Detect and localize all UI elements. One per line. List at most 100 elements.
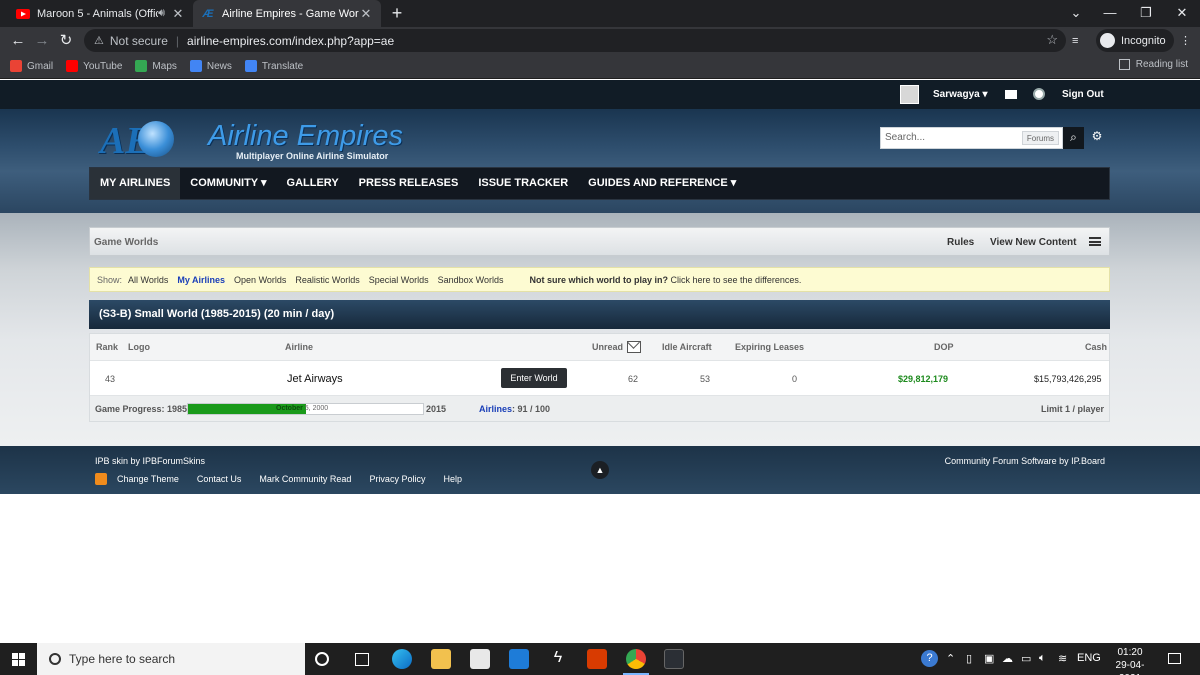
breadcrumb-title[interactable]: Game Worlds (94, 237, 158, 248)
show-hidden-icons-icon[interactable]: ⌃ (946, 652, 955, 665)
bookmark-maps[interactable]: Maps (135, 60, 177, 72)
app-tray-icon[interactable]: ▣ (984, 652, 994, 665)
nox-player-icon[interactable] (664, 649, 684, 669)
filter-my-airlines[interactable]: My Airlines (177, 275, 225, 285)
notifications-globe-icon[interactable] (1033, 88, 1045, 100)
url-text[interactable]: airline-empires.com/index.php?app=ae (187, 34, 394, 48)
filter-sandbox-worlds[interactable]: Sandbox Worlds (438, 275, 504, 285)
close-window-button[interactable]: ✕ (1164, 0, 1200, 27)
search-button[interactable]: ⌕ (1063, 127, 1084, 149)
unread-value: 62 (628, 374, 639, 384)
onedrive-icon[interactable]: ☁ (1002, 652, 1013, 665)
security-label: Not secure (109, 33, 168, 48)
help-tray-icon[interactable]: ? (921, 650, 938, 667)
youtube-icon (66, 60, 79, 72)
restore-button[interactable]: ❐ (1128, 0, 1164, 27)
enter-world-button[interactable]: Enter World (501, 368, 567, 388)
chrome-icon[interactable] (623, 649, 649, 675)
col-expiring-leases: Expiring Leases (735, 342, 805, 352)
gear-icon[interactable]: ⚙ (1090, 129, 1104, 145)
task-view-icon[interactable] (355, 653, 369, 666)
close-tab-icon[interactable]: ✕ (359, 6, 373, 22)
view-new-content-link[interactable]: View New Content (990, 237, 1077, 248)
action-center-icon[interactable] (1168, 653, 1181, 664)
filter-open-worlds[interactable]: Open Worlds (234, 275, 286, 285)
messages-icon[interactable] (1005, 90, 1017, 99)
nav-guides-and-reference[interactable]: GUIDES AND REFERENCE ▾ (578, 168, 746, 199)
cortana-icon[interactable] (315, 652, 329, 666)
software-credit[interactable]: Community Forum Software by IP.Board (945, 456, 1105, 466)
filter-realistic-worlds[interactable]: Realistic Worlds (295, 275, 359, 285)
rules-link[interactable]: Rules (947, 237, 974, 248)
airline-name[interactable]: Jet Airways (287, 373, 343, 385)
nav-gallery[interactable]: GALLERY (277, 168, 349, 199)
back-button[interactable]: ← (8, 31, 28, 51)
list-view-icon[interactable] (1089, 237, 1101, 246)
privacy-policy-link[interactable]: Privacy Policy (369, 474, 425, 484)
close-tab-icon[interactable]: ✕ (171, 6, 185, 22)
filter-all-worlds[interactable]: All Worlds (128, 275, 168, 285)
minimize-button[interactable]: — (1092, 0, 1128, 27)
rss-icon[interactable] (95, 473, 107, 485)
media-control-icon[interactable]: ≡ (1072, 29, 1078, 52)
menu-kebab-icon[interactable]: ⋮ (1180, 29, 1191, 52)
nav-press-releases[interactable]: PRESS RELEASES (349, 168, 469, 199)
store-icon[interactable] (470, 649, 490, 669)
browser-tab-strip: Maroon 5 - Animals (Official 🔊︎ ✕ Æ Airl… (0, 0, 1200, 27)
help-link[interactable]: Help (443, 474, 462, 484)
office-icon[interactable] (587, 649, 607, 669)
bookmarks-bar: Gmail YouTube Maps News Translate Readin… (0, 54, 1200, 79)
reload-button[interactable]: ↻ (56, 31, 76, 51)
browser-toolbar: ← → ↻ ⚠ Not secure | airline-empires.com… (0, 27, 1200, 54)
tab-search-icon[interactable]: ⌄ (1058, 0, 1094, 27)
reading-list-button[interactable]: Reading list (1118, 59, 1188, 70)
taskbar-search-input[interactable]: Type here to search (37, 643, 305, 675)
tab-airline-empires[interactable]: Æ Airline Empires - Game Worlds ✕ (193, 0, 381, 27)
filter-special-worlds[interactable]: Special Worlds (369, 275, 429, 285)
hint-question: Not sure which world to play in? (529, 274, 669, 285)
audio-playing-icon[interactable]: 🔊︎ (158, 7, 165, 20)
nav-issue-tracker[interactable]: ISSUE TRACKER (468, 168, 578, 199)
phone-tray-icon[interactable]: ▯ (966, 652, 972, 665)
mark-community-read-link[interactable]: Mark Community Read (259, 474, 351, 484)
new-tab-button[interactable]: + (387, 3, 407, 23)
language-indicator[interactable]: ENG (1077, 652, 1101, 664)
tab-title: Airline Empires - Game Worlds (222, 7, 359, 20)
windows-start-icon[interactable] (12, 653, 25, 666)
edge-icon[interactable] (392, 649, 412, 669)
bookmark-gmail[interactable]: Gmail (10, 60, 53, 72)
airlines-link[interactable]: Airlines (479, 404, 512, 414)
contact-us-link[interactable]: Contact Us (197, 474, 242, 484)
site-logo[interactable]: AE Airline Empires Multiplayer Online Ai… (100, 119, 420, 174)
incognito-badge[interactable]: Incognito (1096, 29, 1174, 52)
nav-community[interactable]: COMMUNITY ▾ (180, 168, 276, 199)
breadcrumb: Game Worlds Rules View New Content (89, 227, 1110, 256)
bolt-app-icon[interactable]: ϟ (548, 649, 568, 669)
search-input[interactable]: Search... Forums (880, 127, 1063, 149)
nav-my-airlines[interactable]: MY AIRLINES (90, 168, 181, 199)
bookmark-youtube[interactable]: YouTube (66, 60, 122, 72)
mail-app-icon[interactable] (509, 649, 529, 669)
file-explorer-icon[interactable] (431, 649, 451, 669)
user-menu[interactable]: Sarwagya ▾ (933, 89, 988, 100)
sign-out-link[interactable]: Sign Out (1062, 89, 1104, 100)
game-end-year: 2015 (426, 404, 447, 414)
back-to-top-button[interactable]: ▲ (591, 461, 609, 479)
tab-youtube[interactable]: Maroon 5 - Animals (Official 🔊︎ ✕ (8, 0, 193, 27)
forward-button[interactable]: → (32, 31, 52, 51)
volume-icon[interactable]: 🔈︎ (1039, 652, 1046, 665)
bookmark-star-icon[interactable]: ☆ (1046, 32, 1058, 48)
bookmark-news[interactable]: News (189, 60, 232, 72)
world-title: (S3-B) Small World (1985-2015) (20 min /… (89, 300, 1110, 329)
address-bar[interactable]: ⚠ Not secure | airline-empires.com/index… (84, 29, 1066, 52)
world-differences-link[interactable]: Not sure which world to play in? Click h… (530, 275, 802, 285)
battery-icon[interactable]: ▭ (1021, 652, 1031, 665)
warning-icon[interactable]: ⚠ (94, 34, 104, 47)
taskbar-clock[interactable]: 01:20 29-04-2021 (1107, 646, 1153, 675)
avatar[interactable] (900, 85, 919, 104)
search-scope-selector[interactable]: Forums (1021, 131, 1059, 145)
change-theme-link[interactable]: Change Theme (117, 474, 179, 484)
skin-credit[interactable]: IPB skin by IPBForumSkins (95, 456, 205, 466)
wifi-icon[interactable]: ≋ (1058, 652, 1067, 665)
bookmark-translate[interactable]: Translate (244, 60, 303, 72)
